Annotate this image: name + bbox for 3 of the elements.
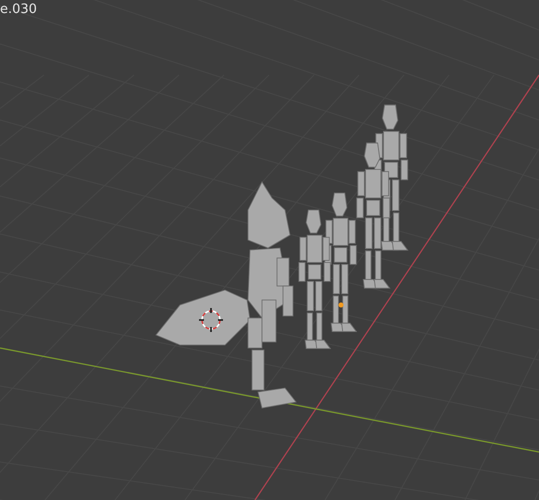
crosshair-icon — [199, 308, 223, 332]
origin-dot-icon — [338, 302, 344, 308]
object-name-label: e.030 — [0, 2, 37, 17]
